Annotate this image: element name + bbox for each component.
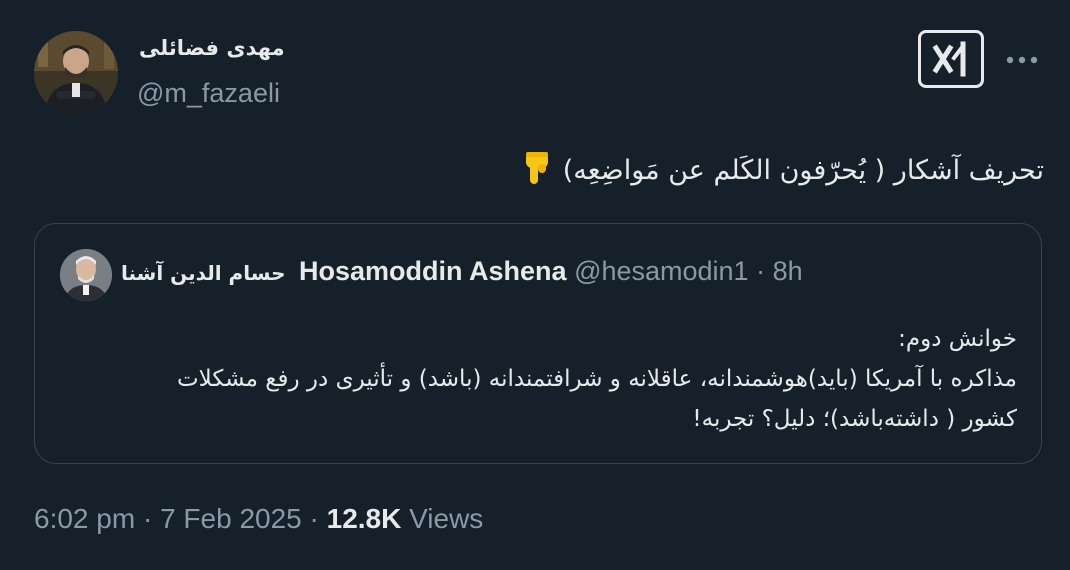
author-handle[interactable]: @m_fazaeli — [137, 78, 280, 109]
author-name[interactable]: مهدی فضائلی — [139, 36, 285, 60]
quote-author-handle[interactable]: @hesamodin1 — [574, 256, 749, 286]
quote-line: خوانش دوم: — [898, 326, 1017, 352]
quote-author-name-fa[interactable]: حسام الدین آشنا — [121, 261, 285, 285]
tweet-meta: 6:02 pm · 7 Feb 2025 · 12.8K Views — [34, 503, 483, 535]
meta-separator: · — [135, 503, 161, 534]
quote-author-avatar[interactable] — [60, 249, 112, 301]
views-label: Views — [401, 503, 484, 534]
more-icon — [1006, 56, 1038, 64]
quote-author-name[interactable]: Hosamoddin Ashena — [299, 256, 567, 286]
quote-timestamp[interactable]: 8h — [773, 256, 803, 286]
meta-separator: · — [301, 503, 327, 534]
tweet-text: تحریف آشکار ( یُحرّفون الکَلم عن مَواضِع… — [522, 150, 1044, 193]
views-count[interactable]: 12.8K — [327, 503, 402, 534]
quote-line: کشور ( داشته‌باشد)؛ دلیل؟ تجربه! — [692, 406, 1017, 432]
tweet-time[interactable]: 6:02 pm — [34, 503, 135, 534]
grok-button[interactable] — [918, 30, 984, 88]
tweet-card: مهدی فضائلی @m_fazaeli تحریف آشکار ( یُح… — [0, 0, 1070, 570]
quote-text: خوانش دوم: مذاکره با آمریکا (باید)هوشمند… — [77, 319, 1017, 439]
quoted-tweet[interactable]: حسام الدین آشنا Hosamoddin Ashena @hesam… — [34, 223, 1042, 464]
author-avatar[interactable] — [34, 31, 118, 115]
quote-separator: · — [756, 256, 766, 286]
tweet-text-content: تحریف آشکار ( یُحرّفون الکَلم عن مَواضِع… — [562, 155, 1044, 186]
more-button[interactable] — [1004, 46, 1040, 74]
tweet-date[interactable]: 7 Feb 2025 — [160, 503, 302, 534]
grok-icon — [932, 41, 966, 77]
pointing-down-emoji-icon — [522, 150, 552, 193]
quote-line: مذاکره با آمریکا (باید)هوشمندانه، عاقلان… — [177, 366, 1017, 392]
quote-header: حسام الدین آشنا Hosamoddin Ashena @hesam… — [121, 256, 803, 287]
